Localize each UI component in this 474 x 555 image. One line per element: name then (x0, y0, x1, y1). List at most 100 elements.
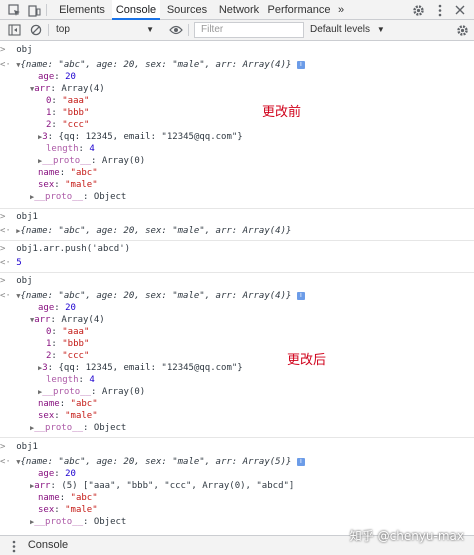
array-item-3[interactable]: ▶3: {qq: 12345, email: "12345@qq.com"} (38, 362, 474, 374)
object-summary-row[interactable]: <· ▶{name: "abc", age: 20, sex: "male", … (0, 225, 474, 237)
property-sex: sex: "male" (38, 411, 98, 421)
console-command: obj1.arr.push('abcd') (16, 244, 131, 254)
object-proto-value: Object (93, 192, 127, 202)
object-proto[interactable]: ▶__proto__: Object (30, 191, 474, 203)
array-item-value: "bbb" (62, 339, 90, 349)
object-proto-value: Object (93, 423, 127, 433)
property-age-value: 20 (65, 469, 76, 479)
array-item-value: "aaa" (62, 327, 90, 337)
more-tabs-button[interactable]: » (334, 0, 348, 20)
array-item-value: {qq: 12345, email: "12345@qq.com"} (58, 363, 243, 373)
info-icon[interactable]: i (296, 291, 305, 300)
property-name: name: "abc" (38, 493, 98, 503)
array-proto[interactable]: ▶__proto__: Array(0) (38, 386, 474, 398)
object-summary-row[interactable]: <· ▼{name: "abc", age: 20, sex: "male", … (0, 290, 474, 302)
property-age: age: 20 (38, 303, 76, 313)
context-selector-value: top (56, 24, 70, 35)
property-age-value: 20 (65, 72, 76, 82)
console-settings-gear-icon[interactable] (454, 22, 470, 38)
array-proto-value: Array(0) (101, 156, 146, 166)
settings-gear-icon[interactable] (410, 2, 426, 18)
console-input-line: > obj (0, 44, 474, 56)
console-command: obj (16, 45, 33, 55)
property-arr[interactable]: ▼arr: Array(4) (30, 83, 474, 95)
chevron-down-icon: ▼ (146, 25, 154, 34)
prompt-chevron-icon: > (0, 45, 17, 55)
close-devtools-icon[interactable] (452, 2, 468, 18)
console-command: obj1 (16, 442, 38, 452)
clear-console-icon[interactable] (28, 22, 44, 38)
live-expression-eye-icon[interactable] (168, 22, 184, 38)
array-item-value: "bbb" (62, 108, 90, 118)
console-command: obj1 (16, 212, 38, 222)
console-input-line: > obj1 (0, 211, 474, 223)
info-icon[interactable]: i (296, 60, 305, 69)
property-sex: sex: "male" (38, 505, 98, 515)
array-item-value: "ccc" (62, 120, 90, 130)
device-toolbar-icon[interactable] (26, 2, 42, 18)
console-divider (0, 437, 474, 438)
array-item-3[interactable]: ▶3: {qq: 12345, email: "12345@qq.com"} (38, 131, 474, 143)
drawer-tab-console[interactable]: Console (22, 536, 74, 554)
console-input-line: > obj (0, 275, 474, 287)
tab-elements[interactable]: Elements (52, 0, 112, 20)
object-preview: {name: "abc", age: 20, sex: "male", arr:… (20, 457, 292, 467)
result-arrow-icon: <· (0, 457, 17, 467)
prompt-chevron-icon: > (0, 442, 17, 452)
filter-input[interactable]: Filter (194, 22, 304, 38)
console-output[interactable]: > obj <· ▼{name: "abc", age: 20, sex: "m… (0, 41, 474, 535)
console-input-line: > obj1.arr.push('abcd') (0, 243, 474, 255)
array-length-value: 4 (89, 144, 95, 154)
result-arrow-icon: <· (0, 258, 17, 268)
log-levels-label: Default levels (310, 24, 371, 35)
tab-sources[interactable]: Sources (162, 0, 212, 20)
property-name-value: "abc" (70, 168, 98, 178)
annotation-before: 更改前 (262, 105, 302, 120)
array-proto[interactable]: ▶__proto__: Array(0) (38, 155, 474, 167)
array-item-2: 2: "ccc" (46, 120, 90, 130)
array-item-value: "aaa" (62, 96, 90, 106)
return-value: 5 (16, 258, 22, 268)
array-item-0: 0: "aaa" (46, 327, 90, 337)
info-icon[interactable]: i (296, 457, 305, 466)
toolbar-divider (46, 4, 47, 16)
property-arr-value: Array(4) (61, 84, 105, 94)
property-arr[interactable]: ▶arr: (5) ["aaa", "bbb", "ccc", Array(0)… (30, 480, 474, 492)
devtools-tab-bar: Elements Console Sources Network Perform… (0, 0, 474, 20)
property-name-value: "abc" (70, 493, 98, 503)
array-item-1: 1: "bbb" (46, 108, 90, 118)
tab-performance[interactable]: Performance (266, 0, 332, 20)
toolbar-divider (48, 24, 49, 36)
object-proto-value: Object (93, 517, 127, 527)
object-summary-row[interactable]: <· ▼{name: "abc", age: 20, sex: "male", … (0, 59, 474, 71)
array-item-2: 2: "ccc" (46, 351, 90, 361)
result-arrow-icon: <· (0, 60, 17, 70)
array-item-value: {qq: 12345, email: "12345@qq.com"} (58, 132, 243, 142)
property-name: name: "abc" (38, 399, 98, 409)
object-preview: {name: "abc", age: 20, sex: "male", arr:… (20, 60, 292, 70)
property-arr[interactable]: ▼arr: Array(4) (30, 314, 474, 326)
property-name-value: "abc" (70, 399, 98, 409)
array-item-1: 1: "bbb" (46, 339, 90, 349)
property-sex-value: "male" (65, 180, 98, 190)
toolbar-divider (188, 24, 189, 36)
annotation-after: 更改后 (287, 353, 327, 368)
more-options-icon[interactable] (432, 2, 448, 18)
show-sidebar-icon[interactable] (6, 22, 22, 38)
object-proto[interactable]: ▶__proto__: Object (30, 422, 474, 434)
prompt-chevron-icon: > (0, 244, 17, 254)
inspect-element-icon[interactable] (6, 2, 22, 18)
console-command: obj (16, 276, 33, 286)
log-levels-dropdown[interactable]: Default levels ▼ (310, 20, 385, 40)
property-sex: sex: "male" (38, 180, 98, 190)
object-summary-row[interactable]: <· ▼{name: "abc", age: 20, sex: "male", … (0, 456, 474, 468)
tab-console[interactable]: Console (112, 0, 160, 20)
more-drawer-tabs-icon[interactable] (6, 538, 22, 554)
console-divider (0, 240, 474, 241)
result-arrow-icon: <· (0, 226, 17, 236)
tab-network[interactable]: Network (214, 0, 264, 20)
array-length-value: 4 (89, 375, 95, 385)
property-age: age: 20 (38, 469, 76, 479)
context-selector[interactable]: top ▼ (50, 20, 160, 40)
console-input-line: > obj1 (0, 441, 474, 453)
